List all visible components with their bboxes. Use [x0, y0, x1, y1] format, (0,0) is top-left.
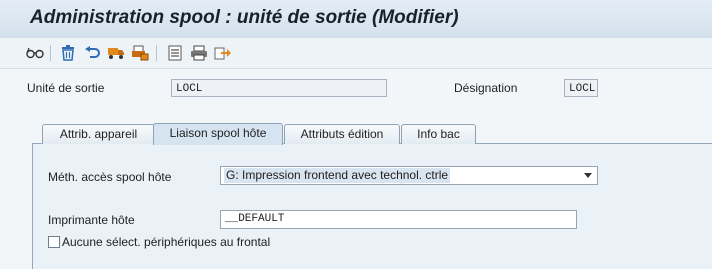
no-frontend-device-selection-checkbox[interactable]: [48, 236, 60, 248]
host-printer-input[interactable]: __DEFAULT: [220, 210, 577, 229]
page-title: Administration spool : unité de sortie (…: [30, 7, 459, 28]
designation-field[interactable]: LOCL: [564, 79, 598, 97]
host-printer-label: Imprimante hôte: [48, 213, 135, 227]
tab-content-panel: [32, 143, 712, 269]
printer-icon[interactable]: [189, 43, 209, 63]
printer-queue-icon[interactable]: [130, 43, 150, 63]
application-toolbar: [0, 38, 712, 69]
list-icon[interactable]: [165, 43, 185, 63]
toolbar-separator: [156, 45, 157, 61]
title-bar: Administration spool : unité de sortie (…: [0, 0, 712, 39]
checkbox-label: Aucune sélect. périphériques au frontal: [62, 235, 271, 249]
output-device-label: Unité de sortie: [27, 81, 105, 95]
tab-output-attributes[interactable]: Attributs édition: [284, 124, 400, 144]
undo-icon[interactable]: [82, 43, 102, 63]
tab-host-spool-link[interactable]: Liaison spool hôte: [153, 123, 283, 145]
chevron-down-icon[interactable]: [584, 173, 592, 178]
output-device-field[interactable]: LOCL: [171, 79, 387, 97]
tab-device-attributes[interactable]: Attrib. appareil: [42, 124, 155, 144]
trash-icon[interactable]: [58, 43, 78, 63]
truck-icon[interactable]: [106, 43, 126, 63]
access-method-label: Méth. accès spool hôte: [48, 170, 172, 184]
glasses-icon[interactable]: [25, 43, 45, 63]
designation-label: Désignation: [454, 81, 518, 95]
access-method-select[interactable]: G: Impression frontend avec technol. ctr…: [220, 166, 598, 185]
export-icon[interactable]: [213, 43, 233, 63]
toolbar-separator: [50, 45, 51, 61]
tab-tray-info[interactable]: Info bac: [401, 124, 476, 144]
access-method-value: G: Impression frontend avec technol. ctr…: [224, 168, 451, 183]
